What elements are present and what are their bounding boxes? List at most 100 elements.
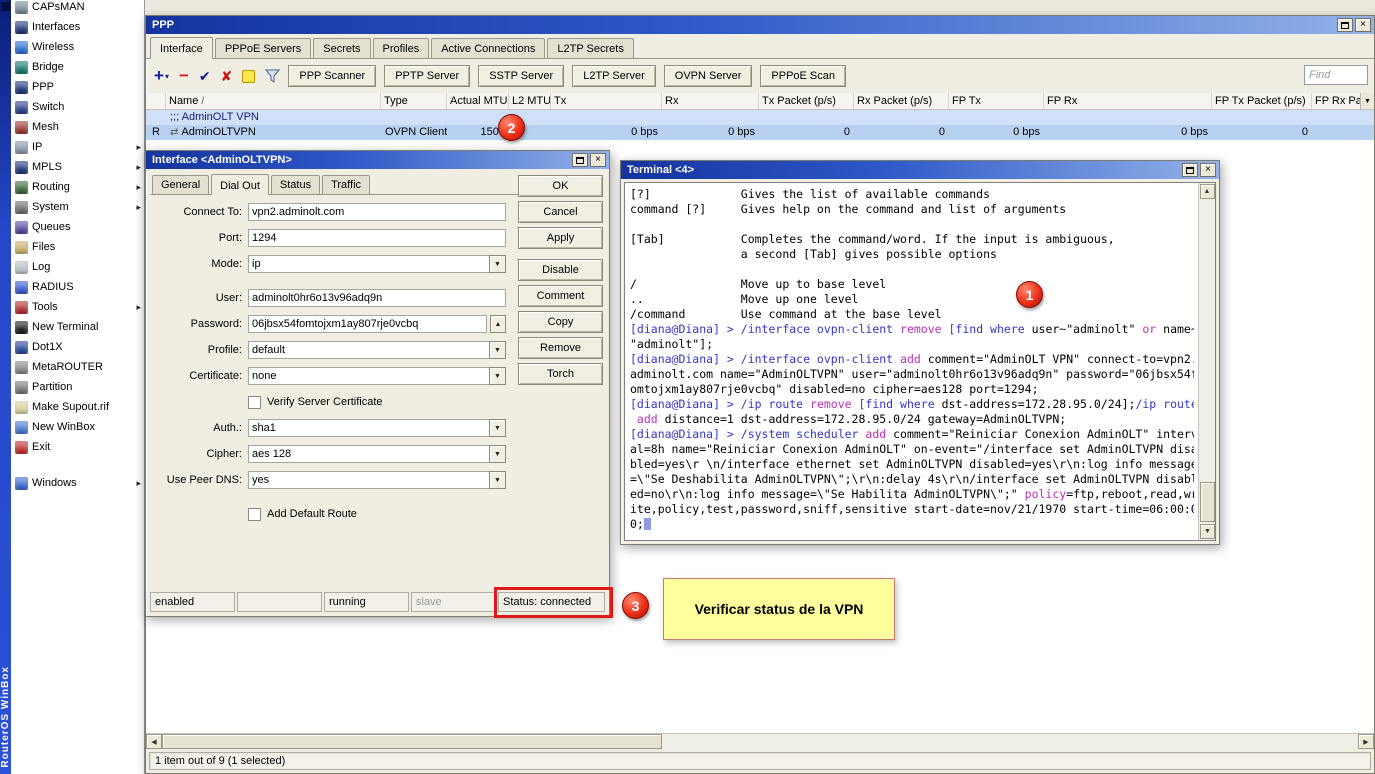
ppp-titlebar[interactable]: PPP × — [146, 16, 1374, 34]
use-peer-dns-select[interactable]: yes — [248, 471, 490, 489]
sidebar-item-bridge[interactable]: Bridge — [11, 57, 144, 77]
terminal-output[interactable]: [?] Gives the list of available commands… — [630, 187, 1194, 538]
sidebar-item-dot1x[interactable]: Dot1X — [11, 337, 144, 357]
sidebar-item-new-winbox[interactable]: New WinBox — [11, 417, 144, 437]
dropdown-arrow-icon[interactable]: ▼ — [489, 445, 506, 463]
scrollbar-track[interactable] — [662, 734, 1358, 749]
close-button[interactable]: × — [1355, 18, 1371, 32]
terminal-titlebar[interactable]: Terminal <4> × — [621, 161, 1219, 179]
sidebar-item-system[interactable]: System▸ — [11, 197, 144, 217]
find-input[interactable] — [1304, 65, 1368, 85]
pppoe-scan-button[interactable]: PPPoE Scan — [760, 65, 846, 87]
sidebar-item-files[interactable]: Files — [11, 237, 144, 257]
dialog-tab-traffic[interactable]: Traffic — [322, 175, 370, 194]
profile-select[interactable]: default — [248, 341, 490, 359]
dropdown-arrow-icon[interactable]: ▼ — [489, 341, 506, 359]
checkbox-verify-server-certificate[interactable] — [248, 396, 261, 409]
table-row-adminoltvpn[interactable]: R⇄AdminOLTVPNOVPN Client15000 bps0 bps00… — [146, 125, 1374, 140]
tab-pppoe-servers[interactable]: PPPoE Servers — [215, 38, 311, 58]
scrollbar-thumb[interactable] — [1200, 482, 1215, 522]
tab-active-connections[interactable]: Active Connections — [431, 38, 545, 58]
ovpn-server-button[interactable]: OVPN Server — [664, 65, 753, 87]
sidebar-item-new-terminal[interactable]: New Terminal — [11, 317, 144, 337]
auth-select[interactable]: sha1 — [248, 419, 490, 437]
comment-icon[interactable] — [240, 65, 257, 87]
sidebar-item-switch[interactable]: Switch — [11, 97, 144, 117]
pptp-server-button[interactable]: PPTP Server — [384, 65, 470, 87]
l2tp-server-button[interactable]: L2TP Server — [572, 65, 656, 87]
dialog-tab-status[interactable]: Status — [271, 175, 320, 194]
sstp-server-button[interactable]: SSTP Server — [478, 65, 564, 87]
user-input[interactable] — [248, 289, 506, 307]
close-button[interactable]: × — [1200, 163, 1216, 177]
dropdown-arrow-icon[interactable]: ▼ — [489, 367, 506, 385]
tab-secrets[interactable]: Secrets — [313, 38, 370, 58]
sidebar-item-interfaces[interactable]: Interfaces — [11, 17, 144, 37]
sidebar-item-make-supout-rif[interactable]: Make Supout.rif — [11, 397, 144, 417]
sidebar-item-routing[interactable]: Routing▸ — [11, 177, 144, 197]
scroll-up-icon[interactable]: ▲ — [1200, 184, 1215, 199]
terminal-body[interactable]: [?] Gives the list of available commands… — [624, 182, 1216, 541]
apply-button[interactable]: Apply — [518, 227, 603, 249]
sidebar-item-radius[interactable]: RADIUS — [11, 277, 144, 297]
sidebar-item-wireless[interactable]: Wireless — [11, 37, 144, 57]
port-input[interactable] — [248, 229, 506, 247]
column-header-fp-rx[interactable]: FP Rx — [1044, 93, 1212, 109]
password-input[interactable] — [248, 315, 487, 333]
sidebar-item-partition[interactable]: Partition — [11, 377, 144, 397]
comment-row[interactable]: ;;; AdminOLT VPN — [146, 110, 1374, 125]
dropdown-arrow-icon[interactable]: ▼ — [489, 255, 506, 273]
dialog-tab-dial-out[interactable]: Dial Out — [211, 174, 269, 195]
ppp-scanner-button[interactable]: PPP Scanner — [288, 65, 376, 87]
scroll-right-icon[interactable]: ▶ — [1358, 734, 1374, 749]
ok-button[interactable]: OK — [518, 175, 603, 197]
column-header-fp-tx[interactable]: FP Tx — [949, 93, 1044, 109]
column-header-l2-mtu[interactable]: L2 MTU — [509, 93, 551, 109]
filter-icon[interactable] — [263, 65, 282, 87]
enable-icon[interactable]: ✔ — [197, 65, 213, 87]
disable-icon[interactable]: ✘ — [219, 65, 235, 87]
sidebar-item-windows[interactable]: Windows▸ — [11, 473, 144, 493]
add-icon[interactable]: +▾ — [152, 65, 171, 87]
tab-interface[interactable]: Interface — [150, 37, 213, 59]
sidebar-item-metarouter[interactable]: MetaROUTER — [11, 357, 144, 377]
column-header-rx-packet-p-s[interactable]: Rx Packet (p/s) — [854, 93, 949, 109]
copy-button[interactable]: Copy — [518, 311, 603, 333]
sidebar-item-queues[interactable]: Queues — [11, 217, 144, 237]
maximize-button[interactable] — [1182, 163, 1198, 177]
dialog-tab-general[interactable]: General — [152, 175, 209, 194]
column-header-actual-mtu[interactable]: Actual MTU — [447, 93, 509, 109]
column-header-rx[interactable]: Rx — [662, 93, 759, 109]
cipher-select[interactable]: aes 128 — [248, 445, 490, 463]
remove-icon[interactable]: − — [177, 65, 191, 87]
checkbox-add-default-route[interactable] — [248, 508, 261, 521]
sidebar-item-ip[interactable]: IP▸ — [11, 137, 144, 157]
sidebar-item-mpls[interactable]: MPLS▸ — [11, 157, 144, 177]
password-toggle-button[interactable]: ▲ — [490, 315, 506, 333]
connect-to-input[interactable] — [248, 203, 506, 221]
scroll-left-icon[interactable]: ◀ — [146, 734, 162, 749]
scrollbar-thumb[interactable] — [162, 734, 662, 749]
sidebar-item-tools[interactable]: Tools▸ — [11, 297, 144, 317]
remove-button[interactable]: Remove — [518, 337, 603, 359]
column-header-tx[interactable]: Tx — [551, 93, 662, 109]
close-button[interactable]: × — [590, 153, 606, 167]
dropdown-arrow-icon[interactable]: ▼ — [489, 471, 506, 489]
torch-button[interactable]: Torch — [518, 363, 603, 385]
sidebar-item-exit[interactable]: Exit — [11, 437, 144, 457]
horizontal-scrollbar[interactable]: ◀ ▶ — [146, 733, 1374, 749]
sidebar-item-mesh[interactable]: Mesh — [11, 117, 144, 137]
column-header-tx-packet-p-s[interactable]: Tx Packet (p/s) — [759, 93, 854, 109]
sidebar-item-log[interactable]: Log — [11, 257, 144, 277]
column-header-flags[interactable] — [146, 93, 166, 109]
scroll-down-icon[interactable]: ▼ — [1200, 524, 1215, 539]
maximize-button[interactable] — [1337, 18, 1353, 32]
mode-select[interactable]: ip — [248, 255, 490, 273]
tab-l2tp-secrets[interactable]: L2TP Secrets — [547, 38, 633, 58]
vertical-scrollbar[interactable]: ▲ ▼ — [1198, 183, 1215, 540]
column-header-fp-tx-packet-p-s[interactable]: FP Tx Packet (p/s) — [1212, 93, 1312, 109]
column-chooser-button[interactable]: ▼ — [1360, 93, 1374, 109]
sidebar-item-capsman[interactable]: CAPsMAN — [11, 0, 144, 17]
dropdown-arrow-icon[interactable]: ▼ — [489, 419, 506, 437]
dialog-titlebar[interactable]: Interface <AdminOLTVPN> × — [146, 151, 609, 169]
